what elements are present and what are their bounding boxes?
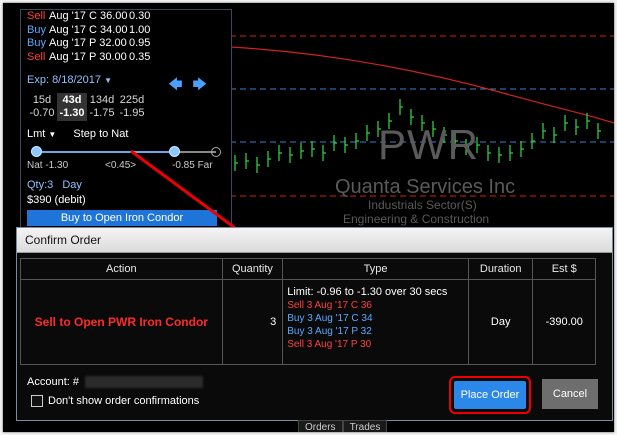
account-number-redacted [84,376,203,389]
order-type: Limit: -0.96 to -1.30 over 30 secs Sell … [282,279,469,365]
account-field: Account: # [27,376,203,389]
order-est: -390.00 [532,279,596,365]
table-row: Sell to Open PWR Iron Condor 3 Limit: -0… [20,279,596,365]
checkbox-icon[interactable] [31,395,43,408]
tab-orders[interactable]: Orders [298,420,343,432]
cancel-button[interactable]: Cancel [542,379,598,409]
col-header-est: Est $ [532,258,596,280]
col-header-action: Action [20,258,223,280]
dialog-title: Confirm Order [17,228,612,253]
checkbox-label: Don't show order confirmations [48,395,200,407]
order-leg: Buy 3 Aug '17 P 32 [287,326,372,337]
place-order-highlight: Place Order [449,376,531,414]
order-leg: Sell 3 Aug '17 C 36 [287,300,372,311]
tab-trades[interactable]: Trades [342,420,388,432]
account-label: Account: # [27,376,79,388]
bottom-tabs: Orders Trades [298,420,388,432]
order-duration: Day [467,279,534,365]
col-header-duration: Duration [467,258,534,280]
order-limit: Limit: -0.96 to -1.30 over 30 secs [287,286,448,298]
place-order-button[interactable]: Place Order [454,381,526,409]
order-quantity: 3 [221,279,284,365]
col-header-type: Type [282,258,469,280]
confirm-order-dialog: Confirm Order Action Quantity Type Durat… [16,227,613,421]
order-table: Action Quantity Type Duration Est $ Sell… [20,258,596,365]
order-leg: Buy 3 Aug '17 C 34 [287,313,373,324]
col-header-quantity: Quantity [221,258,284,280]
order-leg: Sell 3 Aug '17 P 30 [287,339,372,350]
app-window: PWR Quanta Services Inc Industrials Sect… [3,3,614,432]
dont-show-confirmations-checkbox[interactable]: Don't show order confirmations [31,395,200,408]
order-action: Sell to Open PWR Iron Condor [20,279,223,365]
